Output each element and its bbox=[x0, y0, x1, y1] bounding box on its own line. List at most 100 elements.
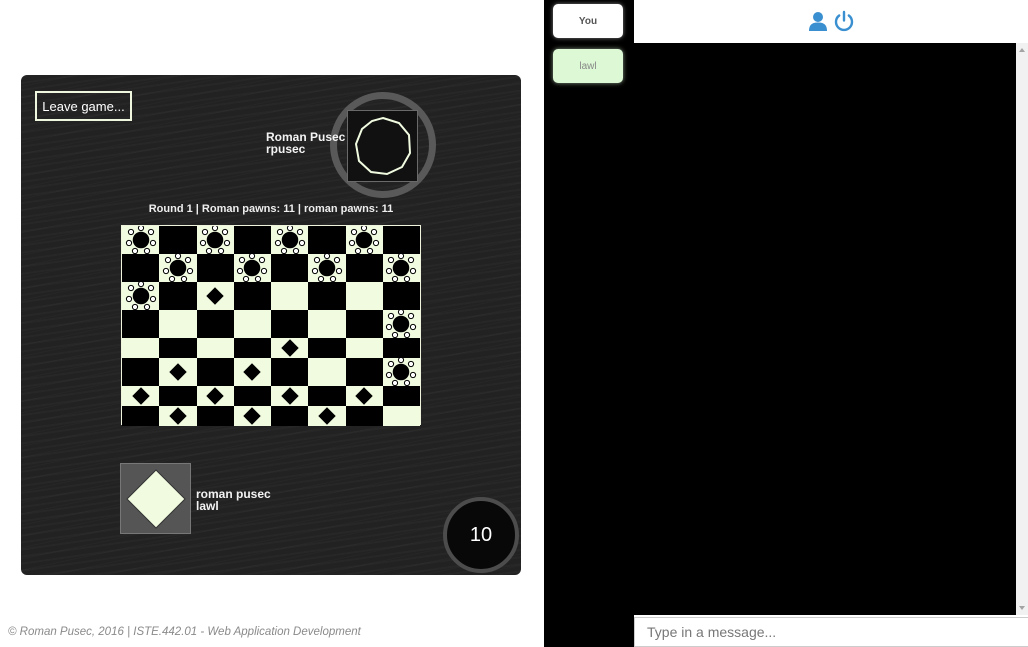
board-cell[interactable] bbox=[382, 358, 420, 386]
board-cell[interactable] bbox=[159, 338, 197, 358]
board-cell[interactable] bbox=[122, 254, 160, 282]
board-cell[interactable] bbox=[122, 282, 160, 310]
board-cell[interactable] bbox=[159, 406, 197, 426]
board-cell[interactable] bbox=[308, 406, 346, 426]
board-cell[interactable] bbox=[233, 406, 271, 426]
board-cell[interactable] bbox=[196, 226, 234, 254]
board-cell[interactable] bbox=[308, 386, 346, 406]
player-pawn-icon[interactable] bbox=[280, 338, 300, 358]
user-icon[interactable] bbox=[807, 10, 829, 32]
opponent-pawn-icon[interactable] bbox=[161, 254, 195, 282]
board-cell[interactable] bbox=[382, 310, 420, 338]
board-cell[interactable] bbox=[233, 282, 271, 310]
board-cell[interactable] bbox=[122, 310, 160, 338]
board-cell[interactable] bbox=[345, 310, 383, 338]
player-pawn-icon[interactable] bbox=[205, 286, 225, 306]
board-cell[interactable] bbox=[271, 254, 309, 282]
board-cell[interactable] bbox=[233, 358, 271, 386]
board-cell[interactable] bbox=[271, 310, 309, 338]
scroll-up-icon[interactable] bbox=[1019, 48, 1025, 52]
board-cell[interactable] bbox=[122, 226, 160, 254]
board-cell[interactable] bbox=[196, 386, 234, 406]
board-cell[interactable] bbox=[271, 406, 309, 426]
board-cell[interactable] bbox=[196, 254, 234, 282]
player-pawn-icon[interactable] bbox=[131, 386, 151, 406]
player-pawn-icon[interactable] bbox=[242, 362, 262, 382]
scroll-down-icon[interactable] bbox=[1019, 606, 1025, 610]
board-cell[interactable] bbox=[122, 338, 160, 358]
board-cell[interactable] bbox=[308, 254, 346, 282]
board-cell[interactable] bbox=[308, 338, 346, 358]
opponent-username: rpusec bbox=[266, 142, 306, 156]
player-pawn-icon[interactable] bbox=[280, 386, 300, 406]
board-cell[interactable] bbox=[271, 338, 309, 358]
board-cell[interactable] bbox=[345, 406, 383, 426]
opponent-pawn-icon[interactable] bbox=[310, 254, 344, 282]
player-pawn-icon[interactable] bbox=[205, 386, 225, 406]
chat-header bbox=[634, 0, 1028, 42]
board-cell[interactable] bbox=[382, 338, 420, 358]
opponent-pawn-icon[interactable] bbox=[273, 226, 307, 254]
board-cell[interactable] bbox=[122, 406, 160, 426]
board-cell[interactable] bbox=[308, 310, 346, 338]
board-cell[interactable] bbox=[345, 386, 383, 406]
board-cell[interactable] bbox=[233, 338, 271, 358]
board-cell[interactable] bbox=[271, 358, 309, 386]
opponent-pawn-icon[interactable] bbox=[384, 254, 418, 282]
player-tab-lawl[interactable]: lawl bbox=[553, 49, 623, 83]
board-cell[interactable] bbox=[345, 226, 383, 254]
board-cell[interactable] bbox=[233, 386, 271, 406]
opponent-pawn-icon[interactable] bbox=[124, 282, 158, 310]
player-pawn-icon[interactable] bbox=[354, 386, 374, 406]
opponent-pawn-icon[interactable] bbox=[235, 254, 269, 282]
board-cell[interactable] bbox=[271, 386, 309, 406]
status-line: Round 1 | Roman pawns: 11 | roman pawns:… bbox=[21, 203, 521, 215]
board-cell[interactable] bbox=[308, 226, 346, 254]
board-cell[interactable] bbox=[271, 282, 309, 310]
board-cell[interactable] bbox=[345, 254, 383, 282]
power-icon[interactable] bbox=[833, 10, 855, 32]
board-cell[interactable] bbox=[308, 358, 346, 386]
board-cell[interactable] bbox=[233, 310, 271, 338]
board-cell[interactable] bbox=[271, 226, 309, 254]
board-cell[interactable] bbox=[159, 310, 197, 338]
board-cell[interactable] bbox=[159, 386, 197, 406]
chat-message-input[interactable] bbox=[634, 617, 1028, 647]
board-cell[interactable] bbox=[233, 254, 271, 282]
board-cell[interactable] bbox=[196, 310, 234, 338]
board-cell[interactable] bbox=[345, 358, 383, 386]
board-cell[interactable] bbox=[382, 282, 420, 310]
board-cell[interactable] bbox=[196, 406, 234, 426]
board-cell[interactable] bbox=[122, 358, 160, 386]
board-cell[interactable] bbox=[382, 226, 420, 254]
opponent-pawn-icon[interactable] bbox=[384, 358, 418, 386]
player-pawn-icon[interactable] bbox=[317, 406, 337, 426]
player-pawn-icon[interactable] bbox=[242, 406, 262, 426]
opponent-pawn-icon[interactable] bbox=[124, 226, 158, 254]
board-cell[interactable] bbox=[345, 282, 383, 310]
board-cell[interactable] bbox=[159, 358, 197, 386]
board-cell[interactable] bbox=[159, 226, 197, 254]
board-cell[interactable] bbox=[233, 226, 271, 254]
board-cell[interactable] bbox=[159, 254, 197, 282]
board-cell[interactable] bbox=[159, 282, 197, 310]
player-pawn-icon[interactable] bbox=[168, 406, 188, 426]
board-cell[interactable] bbox=[382, 254, 420, 282]
board-cell[interactable] bbox=[196, 358, 234, 386]
board-cell[interactable] bbox=[308, 282, 346, 310]
opponent-pawn-icon[interactable] bbox=[384, 310, 418, 338]
player-pawn-icon[interactable] bbox=[168, 362, 188, 382]
player-tab-you[interactable]: You bbox=[553, 4, 623, 38]
board-cell[interactable] bbox=[382, 406, 420, 426]
self-avatar bbox=[120, 463, 191, 534]
board-cell[interactable] bbox=[382, 386, 420, 406]
chat-scrollbar[interactable] bbox=[1016, 43, 1028, 615]
leave-game-button[interactable]: Leave game... bbox=[35, 91, 132, 121]
footer: © Roman Pusec, 2016 | ISTE.442.01 - Web … bbox=[8, 626, 361, 638]
opponent-pawn-icon[interactable] bbox=[198, 226, 232, 254]
board-cell[interactable] bbox=[345, 338, 383, 358]
opponent-pawn-icon[interactable] bbox=[347, 226, 381, 254]
board-cell[interactable] bbox=[196, 282, 234, 310]
board-cell[interactable] bbox=[122, 386, 160, 406]
board-cell[interactable] bbox=[196, 338, 234, 358]
